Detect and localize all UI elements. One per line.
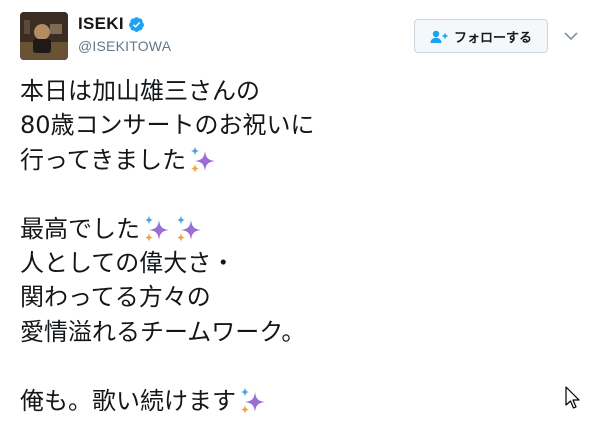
user-handle[interactable]: @ISEKITOWA bbox=[78, 38, 171, 54]
tweet-line-text: 俺も。歌い続けます bbox=[20, 386, 236, 415]
sparkles-emoji-icon bbox=[142, 214, 172, 244]
tweet-text: 本日は加山雄三さんの 80歳コンサートのお祝いに 行ってきました 最高でした人としての… bbox=[20, 74, 560, 418]
tweet-line-text: 本日は加山雄三さんの bbox=[20, 77, 260, 105]
follow-button[interactable]: フォローする bbox=[414, 19, 548, 53]
follow-button-label: フォローする bbox=[453, 30, 532, 46]
tweet-line-text: 関わってる方々の bbox=[20, 283, 211, 312]
tweet-line: 最高でした bbox=[20, 212, 560, 246]
tweet-line: 行ってきました bbox=[20, 143, 560, 177]
tweet-line-text: 行ってきました bbox=[20, 145, 187, 174]
display-name[interactable]: ISEKI bbox=[78, 14, 124, 34]
verified-badge-icon bbox=[128, 16, 145, 33]
mouse-cursor-icon bbox=[565, 386, 581, 410]
chevron-down-icon[interactable] bbox=[563, 27, 579, 41]
tweet-header: ISEKI @ISEKITOWA フォローする bbox=[20, 12, 585, 62]
add-person-icon bbox=[430, 29, 448, 43]
sparkles-emoji-icon bbox=[174, 214, 204, 244]
tweet-card: ISEKI @ISEKITOWA フォローする 本日は加山雄三さんの 80歳コン… bbox=[0, 0, 600, 416]
sparkles-emoji-icon bbox=[238, 386, 268, 416]
tweet-line: 関わってる方々の bbox=[20, 280, 560, 314]
tweet-line-text: 80歳コンサートのお祝いに bbox=[20, 111, 315, 140]
tweet-line: 人としての偉大さ・ bbox=[20, 246, 560, 280]
tweet-line-text: 愛情溢れるチームワーク。 bbox=[20, 317, 306, 346]
tweet-line: 本日は加山雄三さんの bbox=[20, 74, 560, 108]
tweet-line-text: 最高でした bbox=[20, 214, 140, 243]
tweet-line: 愛情溢れるチームワーク。 bbox=[20, 315, 560, 349]
avatar[interactable] bbox=[20, 12, 68, 60]
tweet-line: 80歳コンサートのお祝いに bbox=[20, 108, 560, 142]
tweet-line: 俺も。歌い続けます bbox=[20, 384, 560, 418]
sparkles-emoji-icon bbox=[188, 145, 218, 175]
user-info: ISEKI @ISEKITOWA bbox=[78, 14, 171, 54]
tweet-line-text: 人としての偉大さ・ bbox=[20, 248, 236, 277]
